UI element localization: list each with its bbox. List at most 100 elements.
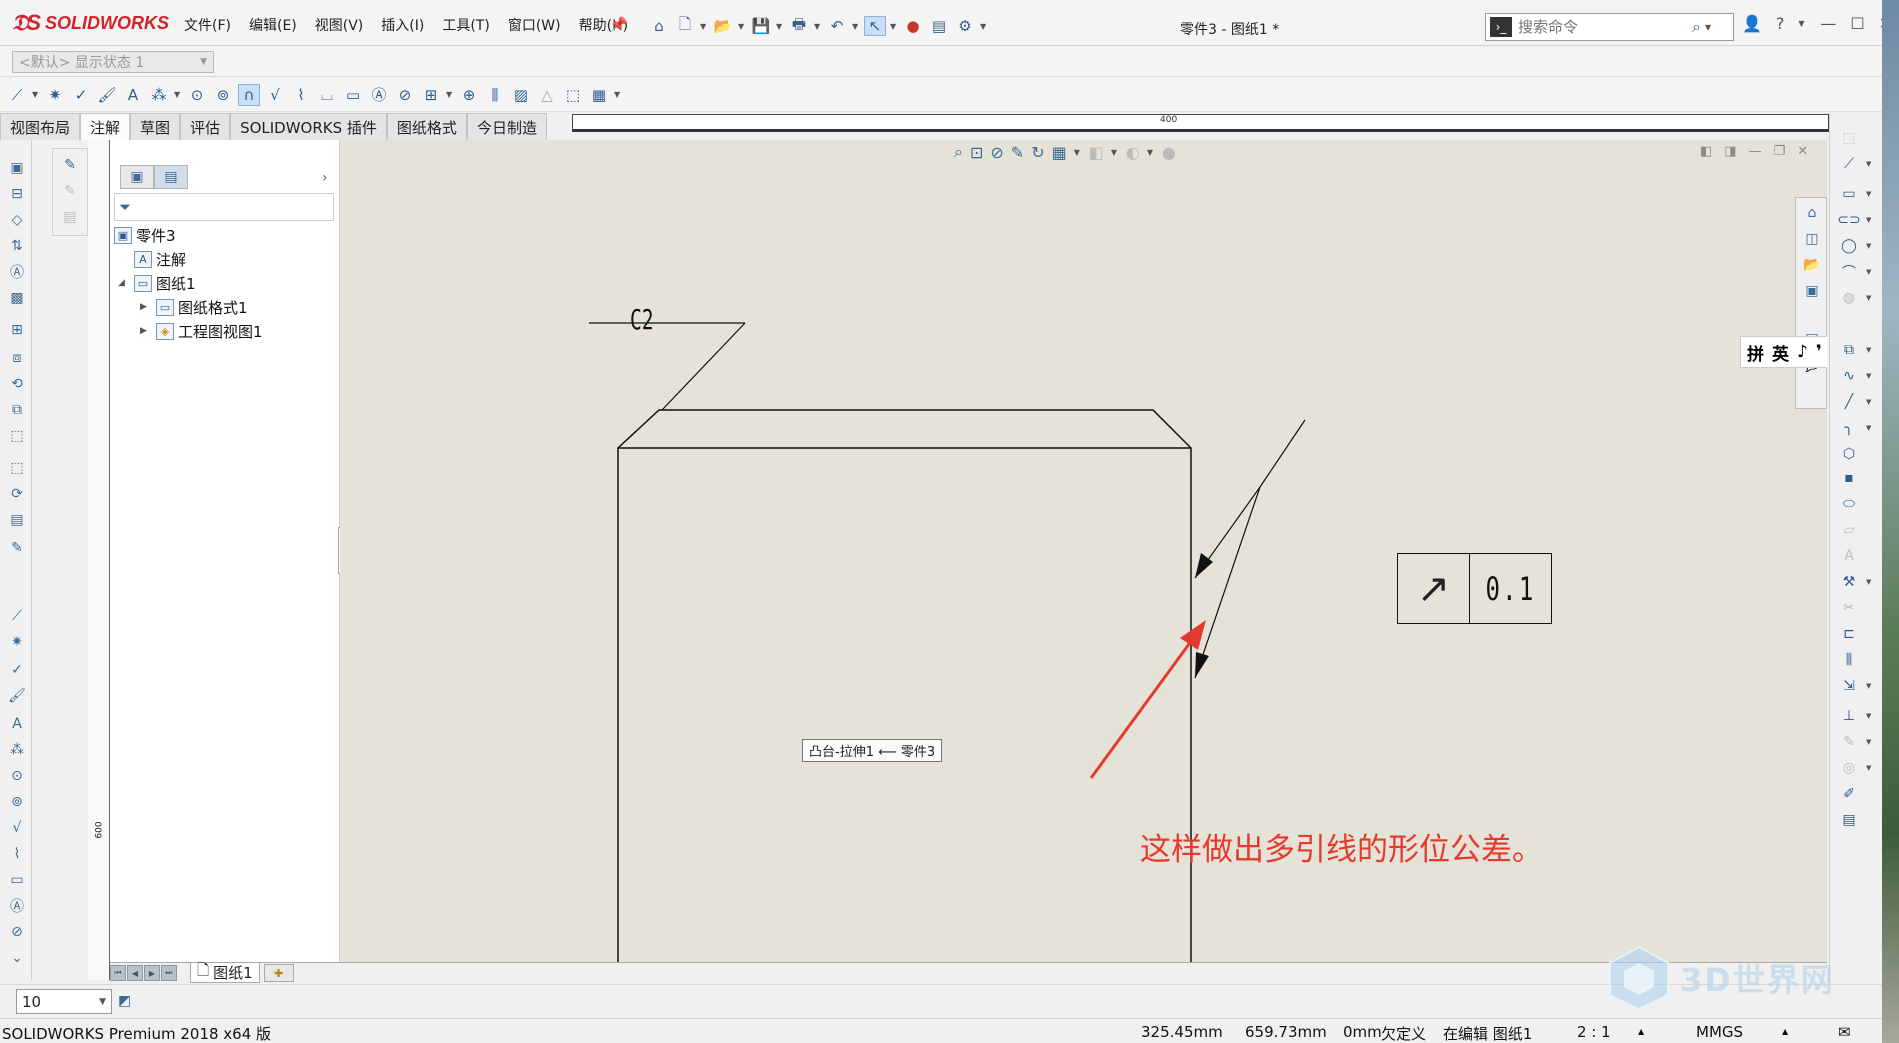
tab-sheet-format[interactable]: 图纸格式 [386,113,467,140]
last-sheet-icon[interactable]: ⏭ [161,965,177,981]
blocks-dropdown-icon[interactable]: ▼ [446,90,454,99]
zoom-scale-select[interactable]: 10 ▼ [16,989,112,1014]
model-items-icon[interactable]: ✷ [44,84,66,106]
auto-balloon-icon[interactable]: ⊚ [212,84,234,106]
auxiliary-view-icon[interactable]: ◇ [7,210,27,230]
balloon-icon[interactable]: ⊙ [186,84,208,106]
add-sheet-icon[interactable]: ✚ [263,964,294,982]
magnetic-line-icon[interactable]: ∩ [238,83,260,106]
note-icon[interactable]: A [122,84,144,106]
format-painter-left-icon[interactable]: 🖌 [7,686,27,706]
menu-insert[interactable]: 插入(I) [372,13,433,37]
balloon-left-icon[interactable]: ⊙ [7,766,27,786]
pin-menu-icon[interactable]: 📌 [610,17,627,33]
menu-view[interactable]: 视图(V) [306,13,373,37]
spell-check-left-icon[interactable]: ✓ [7,660,27,680]
menu-tools[interactable]: 工具(T) [433,13,498,37]
rectangle-icon[interactable]: ▭ ▼ [1838,183,1871,205]
next-sheet-icon[interactable]: ▶ [144,965,160,981]
datum-target-icon[interactable]: ⊘ [394,84,416,106]
datum-target-left-icon[interactable]: ⊘ [7,922,27,942]
menu-file[interactable]: 文件(F) [175,13,240,37]
design-library-icon[interactable]: ◫ [1801,228,1823,250]
surface-finish-icon[interactable]: √ [264,84,286,106]
menu-edit[interactable]: 编辑(E) [240,13,306,37]
more-chevron-icon[interactable]: ⌄ [7,948,27,968]
chevron-right-icon[interactable]: › [322,170,328,186]
area-hatch-icon[interactable]: ▨ [510,84,532,106]
tab-annotation[interactable]: 注解 [80,113,131,140]
break-view-icon[interactable]: ⧈ [7,348,27,368]
circle-icon[interactable]: ◯ ▼ [1838,235,1871,257]
solidworks-resources-icon[interactable]: ⌂ [1801,202,1823,224]
polygon-icon[interactable]: ⬡ [1838,443,1860,465]
sketch-mode-icon[interactable]: ⬚ [1838,127,1860,149]
smart-dimension-left-icon[interactable]: ⟋ [7,606,27,626]
tables-icon[interactable]: ▦ [588,84,610,106]
undo-dropdown-icon[interactable]: ▼ [852,22,860,31]
tree-item-sheet-format[interactable]: ▶ ▭ 图纸格式1 [140,296,248,318]
view-palette-icon[interactable]: ▣ [1801,280,1823,302]
minimize-icon[interactable]: — [1820,14,1836,33]
text-sketch-icon[interactable]: A [1838,545,1860,567]
relative-view-icon[interactable]: ✎ [7,538,27,558]
arc-icon[interactable]: ⌒ ▼ [1838,261,1871,283]
section-view-icon[interactable]: ⇅ [7,236,27,256]
model-view-icon[interactable]: ▣ [7,158,27,178]
offset-entities-icon[interactable]: ⧉ ▼ [1838,339,1871,361]
tree-item-part[interactable]: ▣ 零件3 [114,224,176,246]
search-commands-box[interactable]: ›_ ⌕ ▼ [1485,13,1734,41]
hole-callout-left-icon[interactable]: ▭ [7,870,27,890]
file-explorer-icon[interactable]: 📂 [1801,254,1823,276]
maximize-icon[interactable]: ☐ [1850,14,1864,33]
collapse-arrow-icon[interactable]: ◢ [118,278,130,288]
convert-entities-icon[interactable]: ⊏ [1838,623,1860,645]
tables-dropdown-icon[interactable]: ▼ [614,90,622,99]
property-manager-tab-icon[interactable]: ▤ [154,165,188,189]
model-items-left-icon[interactable]: ✷ [7,632,27,652]
weld-left-icon[interactable]: ⌇ [7,844,27,864]
new-document-icon[interactable]: 🗋 [674,15,696,36]
note-left-icon[interactable]: A [7,714,27,734]
search-icon[interactable]: ⌕ [1692,17,1701,37]
help-dropdown-icon[interactable]: ▼ [1798,19,1806,28]
pattern-dropdown-icon[interactable]: ▼ [174,90,182,99]
save-dropdown-icon[interactable]: ▼ [776,22,784,31]
spell-check-icon[interactable]: ✓ [70,84,92,106]
rebuild-traffic-light-icon[interactable]: ● [902,16,924,36]
expand-arrow-icon[interactable]: ▶ [140,326,152,336]
centerline-icon[interactable]: ⫼ [484,84,506,106]
options-gear-icon[interactable]: ⚙ [954,16,976,36]
slot-icon[interactable]: ⊂⊃ ▼ [1837,209,1871,231]
ime-english[interactable]: 英 [1772,340,1789,365]
layer-icon[interactable]: ◩ [118,993,131,1009]
broken-out-section-icon[interactable]: ▩ [7,288,27,308]
search-dropdown-icon[interactable]: ▼ [1705,23,1713,32]
expand-arrow-icon[interactable]: ▶ [140,302,152,312]
ime-punctuation[interactable]: ❜ [1816,342,1822,362]
repair-sketch-icon[interactable]: ✎ ▼ [1838,731,1871,753]
line-icon[interactable]: ╱ ▼ [1838,391,1872,413]
center-mark-icon[interactable]: ⊕ [458,84,480,106]
geometric-tolerance-frame[interactable]: ↗ 0.1 [1397,553,1552,624]
select-pointer-icon[interactable]: ↖ [864,16,886,36]
ime-pinyin[interactable]: 拼 [1747,340,1764,365]
ime-moon-icon[interactable]: ♪ [1797,342,1808,362]
alternate-position-icon[interactable]: ⧉ [7,400,27,420]
crop-view-icon[interactable]: ⟲ [7,374,27,394]
linear-note-pattern-icon[interactable]: ⁂ [148,84,170,106]
update-view-icon[interactable]: ⟳ [7,484,27,504]
sheet-tab[interactable]: 🗋 图纸1 [190,961,260,983]
options-dropdown-icon[interactable]: ▼ [980,22,988,31]
quick-snaps-icon[interactable]: ◎ ▼ [1838,757,1872,779]
insert-view-icon[interactable]: ▤ [7,510,27,530]
predefined-view-icon[interactable]: ⬚ [7,458,27,478]
file-properties-icon[interactable]: ▤ [928,16,950,36]
status-units[interactable]: MMGS [1696,1023,1743,1041]
fillet-sketch-icon[interactable]: ◍ ▼ [1838,287,1872,309]
feature-manager-tab-icon[interactable]: ▣ [120,165,154,189]
status-sheet-scale[interactable]: 2 : 1 [1577,1023,1611,1041]
prev-sheet-icon[interactable]: ◀ [127,965,143,981]
user-icon[interactable]: 👤 [1742,14,1762,33]
tab-addins[interactable]: SOLIDWORKS 插件 [230,113,387,140]
